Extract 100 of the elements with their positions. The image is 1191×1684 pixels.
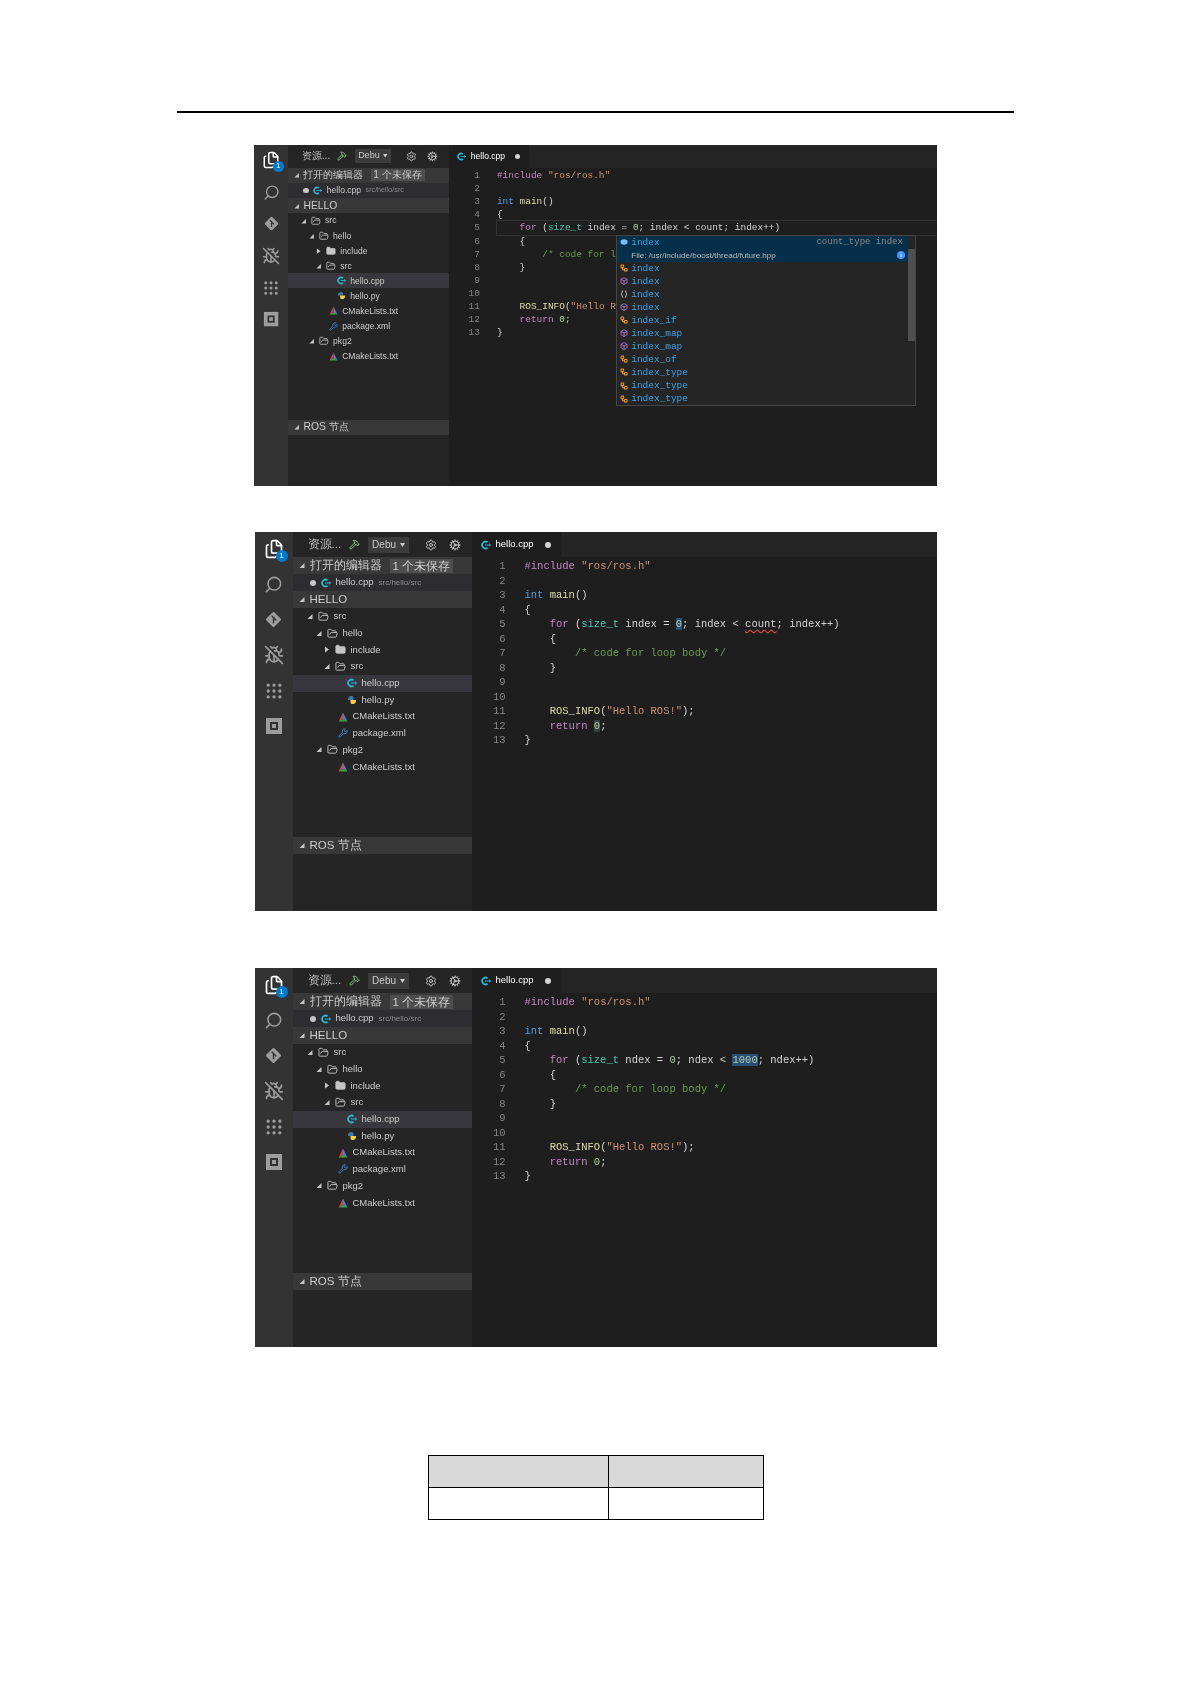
files-icon[interactable] xyxy=(262,151,281,170)
suggestion-item[interactable]: index xyxy=(616,287,909,301)
expanded-triangle-icon[interactable] xyxy=(323,1099,330,1106)
config-dropdown[interactable]: Debu xyxy=(368,972,409,989)
settings-icon[interactable] xyxy=(405,150,417,162)
expanded-triangle-icon[interactable] xyxy=(298,1032,305,1040)
tree-item[interactable]: src xyxy=(292,1044,472,1061)
suggestion-item[interactable]: index_of xyxy=(616,352,909,366)
expanded-triangle-icon[interactable] xyxy=(298,562,305,570)
section-header[interactable]: 打开的编辑器 1 个未保存 xyxy=(288,167,450,183)
tree-item[interactable]: pkg2 xyxy=(288,333,450,349)
section-header[interactable]: HELLO xyxy=(292,1027,472,1045)
expanded-triangle-icon[interactable] xyxy=(323,663,330,670)
collapsed-triangle-icon[interactable] xyxy=(323,646,330,654)
gear-icon[interactable] xyxy=(427,150,439,162)
tree-item[interactable]: package.xml xyxy=(292,724,472,742)
files-icon[interactable] xyxy=(263,975,284,996)
tree-item[interactable]: include xyxy=(288,243,450,259)
search-icon[interactable] xyxy=(262,183,280,201)
expanded-triangle-icon[interactable] xyxy=(300,217,307,225)
gear-icon[interactable] xyxy=(449,974,461,987)
suggestion-item[interactable]: index_type xyxy=(616,392,909,406)
expanded-triangle-icon[interactable] xyxy=(306,612,313,620)
scrollbar-thumb[interactable] xyxy=(908,248,915,342)
suggestion-item[interactable]: index_type xyxy=(616,379,909,393)
bug-icon[interactable] xyxy=(262,246,281,265)
editor-tab[interactable]: hello.cpp xyxy=(449,145,530,168)
hammer-icon[interactable] xyxy=(349,975,361,987)
search-icon[interactable] xyxy=(264,1011,283,1031)
expanded-triangle-icon[interactable] xyxy=(308,232,315,240)
bug-icon[interactable] xyxy=(263,645,284,666)
expanded-triangle-icon[interactable] xyxy=(293,424,299,431)
expanded-triangle-icon[interactable] xyxy=(298,596,305,604)
expanded-triangle-icon[interactable] xyxy=(298,1278,305,1286)
collapsed-triangle-icon[interactable] xyxy=(316,247,322,255)
open-editor-item[interactable]: hello.cpp src/hello/src xyxy=(292,574,472,592)
expanded-triangle-icon[interactable] xyxy=(315,746,322,754)
section-header[interactable]: 打开的编辑器 1 个未保存 xyxy=(292,557,472,575)
expanded-triangle-icon[interactable] xyxy=(315,1065,322,1073)
hammer-icon[interactable] xyxy=(349,539,361,551)
square-icon[interactable] xyxy=(262,311,280,328)
editor-tab[interactable]: hello.cpp xyxy=(471,968,561,994)
tree-item[interactable]: hello.py xyxy=(288,288,450,304)
tree-item[interactable]: CMakeLists.txt xyxy=(292,758,472,775)
files-icon[interactable] xyxy=(263,539,284,560)
tree-item[interactable]: src xyxy=(288,213,450,229)
gear-icon[interactable] xyxy=(449,538,461,551)
suggestion-item[interactable]: index_map xyxy=(616,339,909,353)
settings-icon[interactable] xyxy=(425,538,437,551)
suggestion-item[interactable]: index xyxy=(616,300,909,314)
tree-item[interactable]: include xyxy=(292,641,472,659)
tree-item[interactable]: CMakeLists.txt xyxy=(292,1194,472,1211)
dots-grid-icon[interactable] xyxy=(262,279,281,298)
tree-item[interactable]: pkg2 xyxy=(292,741,472,759)
suggestion-item[interactable]: index_map xyxy=(616,326,909,340)
config-dropdown[interactable]: Debu xyxy=(368,536,409,553)
suggestion-item[interactable]: index_type xyxy=(616,366,909,380)
section-header[interactable]: HELLO xyxy=(292,591,472,609)
tree-item[interactable]: hello.py xyxy=(292,691,472,709)
tree-item[interactable]: include xyxy=(292,1077,472,1095)
tree-item[interactable]: hello xyxy=(288,228,450,244)
config-dropdown[interactable]: Debu xyxy=(354,149,392,164)
bug-icon[interactable] xyxy=(263,1081,284,1102)
suggestion-item[interactable]: index xyxy=(616,274,909,288)
expanded-triangle-icon[interactable] xyxy=(315,629,322,637)
editor-tab[interactable]: hello.cpp xyxy=(471,532,561,558)
tree-item[interactable]: hello.cpp xyxy=(288,273,450,289)
tree-item[interactable]: CMakeLists.txt xyxy=(292,708,472,725)
expanded-triangle-icon[interactable] xyxy=(316,262,322,270)
expanded-triangle-icon[interactable] xyxy=(293,172,299,179)
expanded-triangle-icon[interactable] xyxy=(298,998,305,1006)
tree-item[interactable]: CMakeLists.txt xyxy=(288,348,450,364)
settings-icon[interactable] xyxy=(425,974,437,987)
tree-item[interactable]: CMakeLists.txt xyxy=(292,1144,472,1161)
expanded-triangle-icon[interactable] xyxy=(315,1182,322,1190)
tree-item[interactable]: hello xyxy=(292,624,472,642)
search-icon[interactable] xyxy=(264,575,283,595)
hammer-icon[interactable] xyxy=(337,151,348,162)
tree-item[interactable]: hello xyxy=(292,1060,472,1078)
section-header[interactable]: ROS 节点 xyxy=(292,837,472,855)
section-header[interactable]: ROS 节点 xyxy=(292,1273,472,1291)
tree-item[interactable]: package.xml xyxy=(288,318,450,334)
suggestion-item[interactable]: index xyxy=(616,261,909,275)
tree-item[interactable]: pkg2 xyxy=(292,1177,472,1195)
tree-item[interactable]: src xyxy=(292,1094,472,1111)
suggestion-item[interactable]: index_if xyxy=(616,313,909,327)
expanded-triangle-icon[interactable] xyxy=(306,1048,313,1056)
info-icon[interactable] xyxy=(896,251,905,260)
tree-item[interactable]: src xyxy=(288,258,450,274)
expanded-triangle-icon[interactable] xyxy=(308,337,315,345)
collapsed-triangle-icon[interactable] xyxy=(323,1082,330,1090)
expanded-triangle-icon[interactable] xyxy=(293,202,299,209)
section-header[interactable]: 打开的编辑器 1 个未保存 xyxy=(292,993,472,1011)
section-header[interactable]: ROS 节点 xyxy=(288,419,450,435)
tree-item[interactable]: package.xml xyxy=(292,1160,472,1178)
tree-item[interactable]: CMakeLists.txt xyxy=(288,303,450,319)
tree-item[interactable]: hello.py xyxy=(292,1127,472,1145)
tree-item[interactable]: src xyxy=(292,658,472,675)
square-icon[interactable] xyxy=(264,1153,283,1172)
suggestion-item[interactable]: index count_type index File: /usr/include/boost/thread/future.hpp xyxy=(616,235,909,262)
